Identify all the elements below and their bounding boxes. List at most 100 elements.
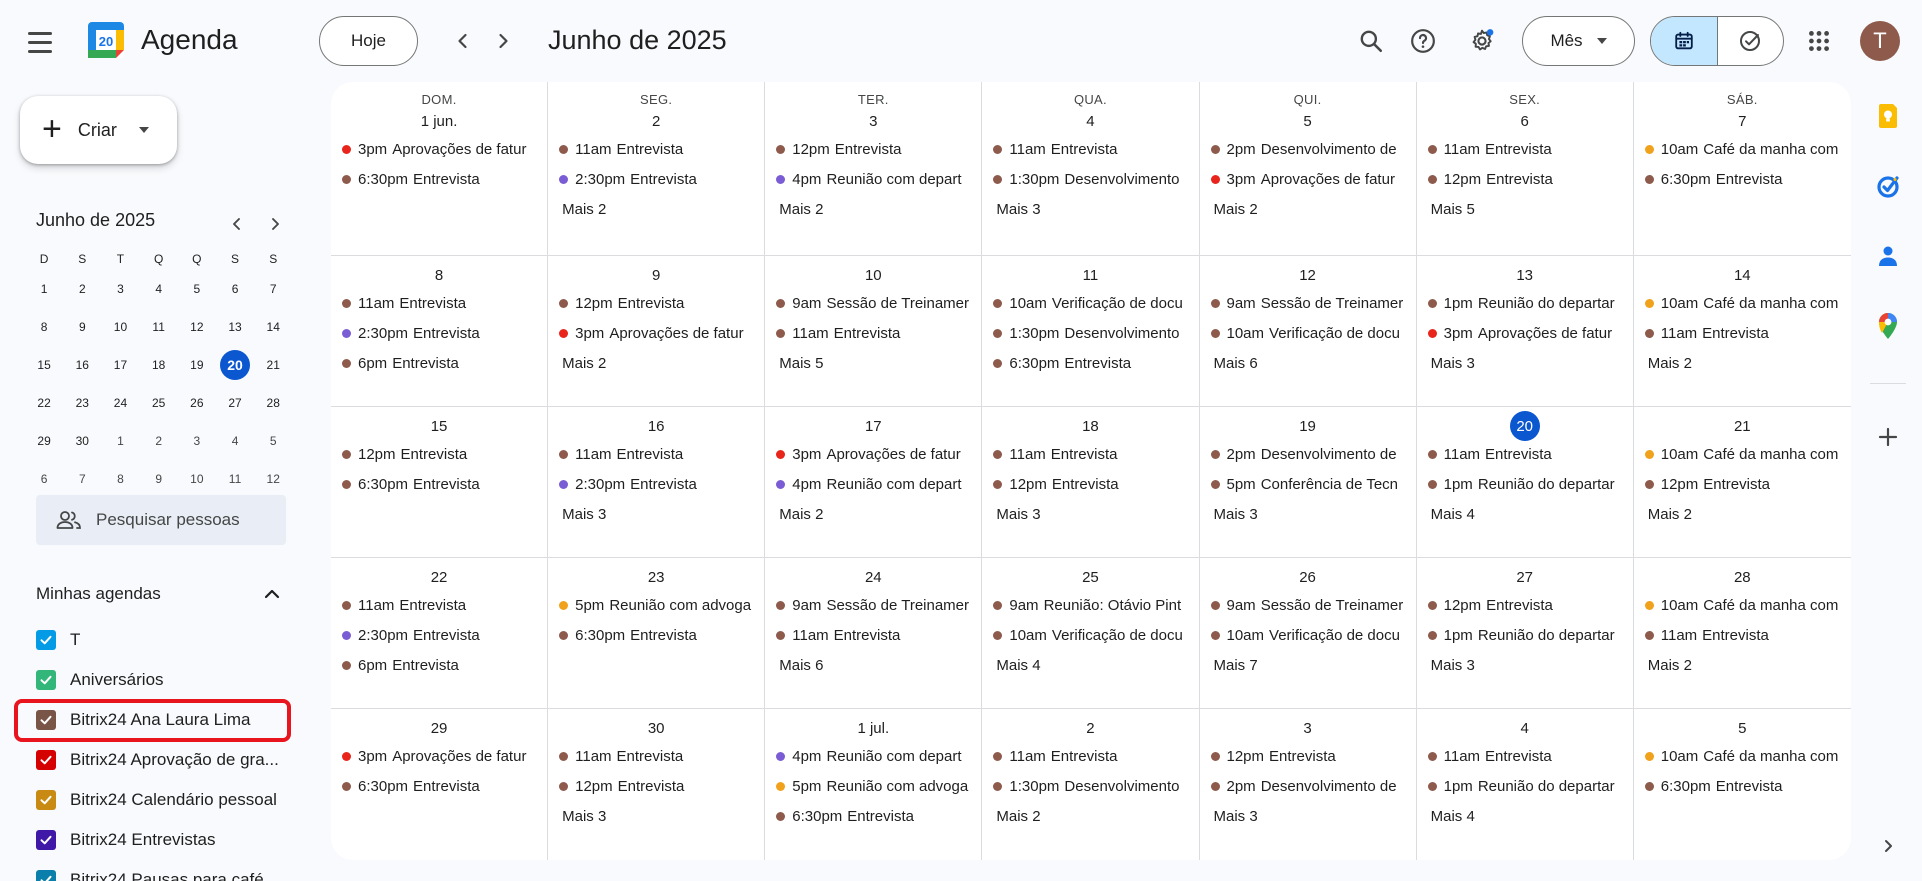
more-events-link[interactable]: Mais 3 (559, 801, 764, 831)
day-cell[interactable]: 8 11am Entrevista 2:30pm Entrevista 6pm … (331, 256, 549, 406)
mini-day[interactable]: 30 (63, 425, 101, 457)
day-number[interactable]: 17 (765, 413, 981, 439)
event-chip[interactable]: 5pm Conferência de Tecn (1210, 469, 1416, 499)
calendar-checkbox[interactable] (36, 630, 56, 650)
event-chip[interactable]: 1pm Reunião do departar (1427, 469, 1633, 499)
mini-day[interactable]: 3 (178, 425, 216, 457)
event-chip[interactable]: 4pm Reunião com depart (776, 469, 981, 499)
mini-day[interactable]: 7 (254, 273, 292, 305)
mini-next-month-button[interactable] (263, 212, 287, 236)
day-number[interactable]: 24 (765, 564, 981, 590)
more-events-link[interactable]: Mais 2 (1645, 499, 1851, 529)
event-chip[interactable]: 3pm Aprovações de fatur (776, 439, 981, 469)
event-chip[interactable]: 12pm Entrevista (559, 288, 764, 318)
calendar-item[interactable]: Bitrix24 Aprovação de gra... (36, 740, 296, 780)
more-events-link[interactable]: Mais 2 (1645, 650, 1851, 680)
event-chip[interactable]: 10am Café da manha com (1644, 590, 1851, 620)
more-events-link[interactable]: Mais 6 (1211, 348, 1416, 378)
day-cell[interactable]: QUI. 5 2pm Desenvolvimento de 3pm Aprovaç… (1200, 82, 1417, 255)
add-addon-button[interactable] (1874, 423, 1902, 451)
maps-button[interactable] (1874, 312, 1902, 340)
day-cell[interactable]: 28 10am Café da manha com 11am Entrevist… (1634, 558, 1851, 708)
event-chip[interactable]: 5pm Reunião com advoga (559, 590, 764, 620)
event-chip[interactable]: 11am Entrevista (1644, 620, 1851, 650)
more-events-link[interactable]: Mais 3 (993, 194, 1198, 224)
mini-day[interactable]: 24 (101, 387, 139, 419)
event-chip[interactable]: 12pm Entrevista (1210, 741, 1416, 771)
mini-day[interactable]: 27 (216, 387, 254, 419)
day-number[interactable]: 1 jul. (765, 715, 981, 741)
event-chip[interactable]: 1:30pm Desenvolvimento (993, 164, 1198, 194)
day-cell[interactable]: 4 11am Entrevista 1pm Reunião do departa… (1417, 709, 1634, 860)
mini-day[interactable]: 19 (178, 349, 216, 381)
more-events-link[interactable]: Mais 3 (1428, 348, 1633, 378)
more-events-link[interactable]: Mais 2 (559, 348, 764, 378)
event-chip[interactable]: 3pm Aprovações de fatur (1427, 318, 1633, 348)
day-number[interactable]: 28 (1634, 564, 1851, 590)
day-number[interactable]: 4 (982, 108, 1198, 134)
event-chip[interactable]: 2:30pm Entrevista (342, 620, 547, 650)
create-button[interactable]: + Criar (20, 96, 177, 164)
event-chip[interactable]: 1pm Reunião do departar (1427, 288, 1633, 318)
more-events-link[interactable]: Mais 5 (1428, 194, 1633, 224)
event-chip[interactable]: 11am Entrevista (342, 288, 547, 318)
day-number[interactable]: 13 (1417, 262, 1633, 288)
mini-day[interactable]: 8 (101, 463, 139, 495)
next-month-button[interactable] (486, 24, 520, 58)
calendar-checkbox[interactable] (36, 790, 56, 810)
mini-day[interactable]: 21 (254, 349, 292, 381)
mini-day[interactable]: 1 (25, 273, 63, 305)
mini-day[interactable]: 5 (254, 425, 292, 457)
day-cell[interactable]: 16 11am Entrevista 2:30pm Entrevista Mai… (548, 407, 766, 557)
mini-day[interactable]: 2 (140, 425, 178, 457)
event-chip[interactable]: 1pm Reunião do departar (1427, 620, 1633, 650)
event-chip[interactable]: 11am Entrevista (1427, 741, 1633, 771)
more-events-link[interactable]: Mais 3 (1428, 650, 1633, 680)
event-chip[interactable]: 2pm Desenvolvimento de (1210, 771, 1416, 801)
day-number[interactable]: 22 (331, 564, 547, 590)
event-chip[interactable]: 5pm Reunião com advoga (776, 771, 981, 801)
more-events-link[interactable]: Mais 3 (1211, 499, 1416, 529)
event-chip[interactable]: 9am Sessão de Treinamer (1210, 288, 1416, 318)
more-events-link[interactable]: Mais 2 (1211, 194, 1416, 224)
event-chip[interactable]: 4pm Reunião com depart (776, 741, 981, 771)
event-chip[interactable]: 10am Café da manha com (1644, 134, 1851, 164)
event-chip[interactable]: 3pm Aprovações de fatur (342, 134, 547, 164)
apps-button[interactable] (1800, 22, 1838, 60)
event-chip[interactable]: 11am Entrevista (993, 439, 1198, 469)
day-number[interactable]: 30 (548, 715, 764, 741)
mini-day[interactable]: 10 (178, 463, 216, 495)
event-chip[interactable]: 10am Verificação de docu (1210, 620, 1416, 650)
day-cell[interactable]: 27 12pm Entrevista 1pm Reunião do depart… (1417, 558, 1634, 708)
day-cell[interactable]: 5 10am Café da manha com 6:30pm Entrevis… (1634, 709, 1851, 860)
previous-month-button[interactable] (446, 24, 480, 58)
day-number[interactable]: 11 (982, 262, 1198, 288)
day-number[interactable]: 18 (982, 413, 1198, 439)
day-number[interactable]: 7 (1634, 108, 1851, 134)
more-events-link[interactable]: Mais 3 (559, 499, 764, 529)
mini-day[interactable]: 2 (63, 273, 101, 305)
event-chip[interactable]: 9am Sessão de Treinamer (1210, 590, 1416, 620)
day-cell[interactable]: 2 11am Entrevista 1:30pm Desenvolvimento… (982, 709, 1200, 860)
mini-day[interactable]: 1 (101, 425, 139, 457)
view-selector[interactable]: Mês (1522, 16, 1635, 66)
more-events-link[interactable]: Mais 2 (993, 801, 1198, 831)
event-chip[interactable]: 6:30pm Entrevista (342, 164, 547, 194)
day-number[interactable]: 2 (982, 715, 1198, 741)
event-chip[interactable]: 11am Entrevista (342, 590, 547, 620)
mini-day[interactable]: 3 (101, 273, 139, 305)
mini-day[interactable]: 6 (216, 273, 254, 305)
event-chip[interactable]: 6pm Entrevista (342, 650, 547, 680)
day-cell[interactable]: 15 12pm Entrevista 6:30pm Entrevista (331, 407, 549, 557)
day-number[interactable]: 3 (765, 108, 981, 134)
mini-day[interactable]: 10 (101, 311, 139, 343)
event-chip[interactable]: 10am Café da manha com (1644, 741, 1851, 771)
mini-day[interactable]: 15 (25, 349, 63, 381)
mini-day[interactable]: 7 (63, 463, 101, 495)
event-chip[interactable]: 12pm Entrevista (993, 469, 1198, 499)
event-chip[interactable]: 11am Entrevista (1427, 134, 1633, 164)
day-number[interactable]: 6 (1417, 108, 1633, 134)
settings-button[interactable] (1463, 22, 1501, 60)
day-cell[interactable]: SEG. 2 11am Entrevista 2:30pm Entrevista … (548, 82, 766, 255)
mini-day[interactable]: 4 (140, 273, 178, 305)
